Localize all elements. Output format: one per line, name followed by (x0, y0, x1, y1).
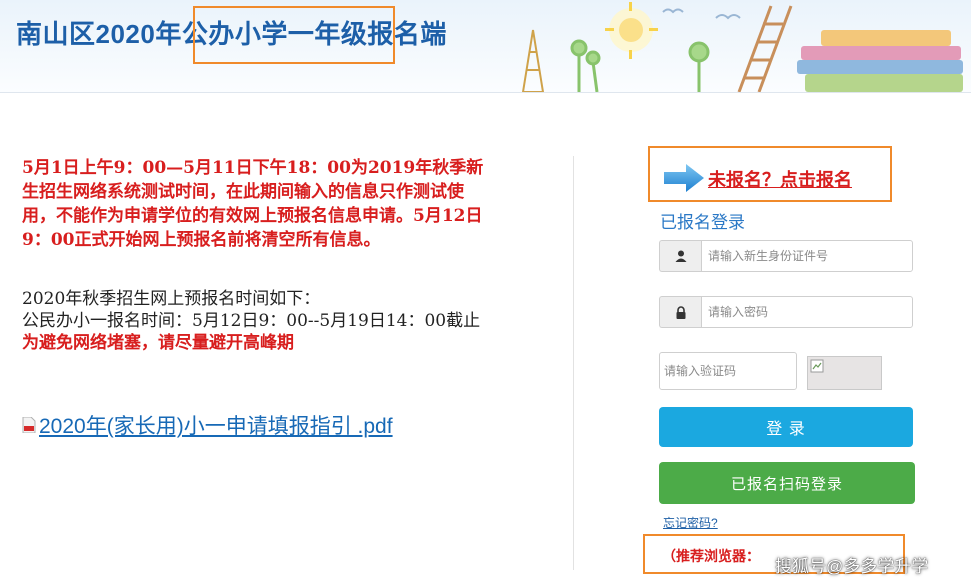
forgot-password-link[interactable]: 忘记密码? (663, 514, 718, 531)
password-input[interactable] (701, 296, 913, 328)
lock-icon (659, 296, 701, 328)
captcha-input[interactable] (659, 352, 797, 390)
password-field (659, 296, 913, 328)
broken-image-icon (810, 359, 824, 373)
id-number-field (659, 240, 913, 272)
page-header: 南山区2020年公办小学一年级报名端 (0, 0, 971, 93)
login-heading: 已报名登录 (660, 213, 745, 232)
schedule-time: 公民办小一报名时间：5月12日9：00--5月19日14：00截止 (22, 311, 481, 331)
guide-pdf-link[interactable]: 2020年(家长用)小一申请填报指引 .pdf (22, 410, 393, 440)
login-button[interactable]: 登 录 (659, 407, 913, 447)
arrow-right-icon (664, 164, 704, 192)
header-illustration (521, 2, 963, 92)
test-period-notice: 5月1日上午9：00—5月11日下午18：00为2019年秋季新生招生网络系统测… (22, 158, 484, 250)
column-divider (573, 156, 574, 570)
pdf-file-icon (22, 417, 36, 433)
title-highlight-box (193, 6, 395, 64)
captcha-image[interactable] (807, 356, 882, 390)
schedule-warning: 为避免网络堵塞，请尽量避开高峰期 (22, 333, 294, 353)
scan-login-button[interactable]: 已报名扫码登录 (659, 462, 915, 504)
schedule-heading: 2020年秋季招生网上预报名时间如下： (22, 289, 321, 309)
registration-schedule: 2020年秋季招生网上预报名时间如下： 公民办小一报名时间：5月12日9：00-… (22, 288, 492, 354)
guide-pdf-label[interactable]: 2020年(家长用)小一申请填报指引 .pdf (39, 410, 393, 440)
watermark: 搜狐号@多多学升学 (775, 557, 929, 576)
user-icon (659, 240, 701, 272)
id-number-input[interactable] (701, 240, 913, 272)
recommended-browser-label: （推荐浏览器： (662, 548, 760, 564)
register-link[interactable]: 未报名？点击报名 (708, 166, 852, 192)
